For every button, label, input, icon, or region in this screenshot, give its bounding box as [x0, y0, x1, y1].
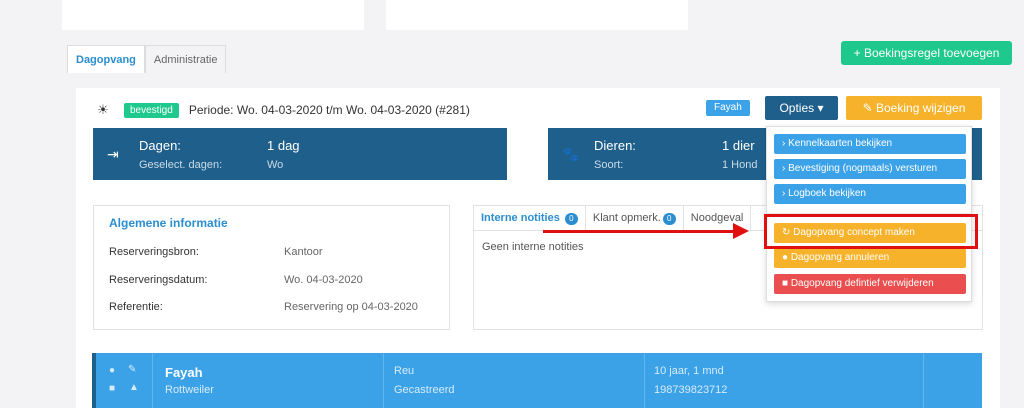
info-label: Reserveringsbron:: [109, 246, 199, 258]
warning-icon: ▲: [129, 382, 139, 393]
animal-breed: Rottweiler: [165, 384, 214, 396]
info-label: Reserveringsdatum:: [109, 274, 208, 286]
tab-internal-notes[interactable]: Interne notities 0: [474, 206, 586, 231]
top-card-right: [386, 0, 688, 30]
animal-neuter-status: Gecastreerd: [394, 384, 455, 396]
general-info-title: Algemene informatie: [109, 216, 228, 230]
selected-days-label: Geselect. dagen:: [139, 159, 223, 171]
animals-label: Dieren:: [594, 138, 636, 153]
menu-item-cancel[interactable]: ● Dagopvang annuleren: [774, 248, 966, 268]
sun-icon: ☀: [97, 102, 109, 117]
tab-administratie[interactable]: Administratie: [144, 45, 227, 73]
info-label: Referentie:: [109, 301, 163, 313]
species-value: 1 Hond: [722, 159, 758, 171]
dog-icon: ●: [109, 365, 116, 376]
booking-header: ☀ bevestigd Periode: Wo. 04-03-2020 t/m …: [96, 100, 470, 120]
menu-item-send-confirmation[interactable]: › Bevestiging (nogmaals) versturen: [774, 159, 966, 179]
info-value: Reservering op 04-03-2020: [284, 301, 418, 313]
animal-age: 10 jaar, 1 mnd: [654, 365, 724, 377]
annotation-arrow-shaft: [543, 230, 737, 233]
animal-sex: Reu: [394, 365, 415, 377]
tab-customer-remarks[interactable]: Klant opmerk. 0: [586, 206, 684, 231]
top-card-left: [62, 0, 364, 30]
annotation-arrow-head: [733, 223, 749, 239]
options-button[interactable]: Opties ▾: [765, 96, 838, 120]
menu-item-kennel-cards[interactable]: › Kennelkaarten bekijken: [774, 134, 966, 154]
animals-value: 1 dier: [722, 138, 755, 153]
column-divider: [923, 353, 924, 408]
notes-empty-text: Geen interne notities: [482, 241, 584, 253]
tab-dagopvang[interactable]: Dagopvang: [67, 45, 145, 73]
page-tabs: Dagopvang Administratie: [67, 45, 227, 73]
period-text: Periode: Wo. 04-03-2020 t/m Wo. 04-03-20…: [188, 103, 470, 117]
days-box: ⇥ Dagen: 1 dag Geselect. dagen: Wo: [93, 128, 507, 180]
animal-row[interactable]: ● ✎ ■ ▲ Fayah Rottweiler Reu Gecastreerd…: [92, 353, 982, 408]
count-badge: 0: [662, 213, 676, 225]
days-label: Dagen:: [139, 138, 181, 153]
animal-tag[interactable]: Fayah: [706, 100, 750, 116]
status-badge: bevestigd: [124, 102, 179, 118]
animal-chip-number: 198739823712: [654, 384, 728, 396]
animal-name: Fayah: [165, 365, 203, 380]
sign-in-icon: ⇥: [107, 146, 119, 162]
tab-label: Klant opmerk.: [592, 212, 661, 224]
annotation-highlight-box: [764, 214, 978, 249]
species-label: Soort:: [594, 159, 624, 171]
column-divider: [644, 353, 645, 408]
info-value: Wo. 04-03-2020: [284, 274, 363, 286]
info-value: Kantoor: [284, 246, 323, 258]
leaf-icon: ✎: [128, 364, 137, 375]
edit-booking-button[interactable]: ✎ Boeking wijzigen: [846, 96, 982, 120]
camera-icon: ■: [109, 383, 116, 394]
row-stripe: [92, 353, 96, 408]
days-value: 1 dag: [267, 138, 300, 153]
selected-days-value: Wo: [267, 159, 284, 171]
paw-icon: 🐾: [562, 146, 580, 162]
count-badge: 0: [564, 213, 578, 225]
add-booking-rule-button[interactable]: + Boekingsregel toevoegen: [841, 41, 1012, 65]
tab-label: Interne notities: [481, 212, 560, 224]
menu-item-delete[interactable]: ■ Dagopvang defintief verwijderen: [774, 274, 966, 294]
general-info-card: Algemene informatie Reserveringsbron: Ka…: [93, 205, 450, 330]
menu-item-view-log[interactable]: › Logboek bekijken: [774, 184, 966, 204]
column-divider: [383, 353, 384, 408]
column-divider: [152, 353, 153, 408]
